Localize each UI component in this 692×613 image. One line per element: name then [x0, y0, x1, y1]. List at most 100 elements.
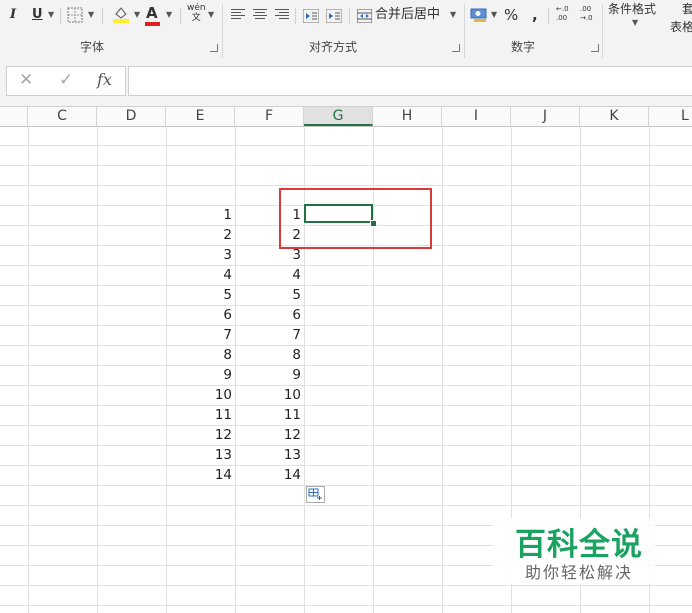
- phonetic-button[interactable]: wén 文: [187, 3, 206, 25]
- dialog-launcher-icon[interactable]: [452, 44, 460, 52]
- row-gridline: [0, 405, 692, 406]
- italic-button[interactable]: I: [10, 4, 16, 26]
- group-label-number: 数字: [511, 40, 536, 54]
- formula-input[interactable]: [128, 66, 692, 96]
- cell-f[interactable]: 9: [235, 365, 301, 384]
- cell-f[interactable]: 11: [235, 405, 301, 424]
- row-gridline: [0, 265, 692, 266]
- cell-f[interactable]: 5: [235, 285, 301, 304]
- column-header-e[interactable]: E: [166, 107, 235, 126]
- row-gridline: [0, 385, 692, 386]
- cell-f[interactable]: 13: [235, 445, 301, 464]
- format-as-table-button[interactable]: 套 表格: [664, 0, 692, 34]
- group-label-font: 字体: [80, 40, 105, 54]
- row-gridline: [0, 145, 692, 146]
- chevron-down-icon[interactable]: ▼: [88, 4, 94, 26]
- cell-f[interactable]: 12: [235, 425, 301, 444]
- column-header-l[interactable]: L: [649, 107, 692, 126]
- column-header-d[interactable]: D: [97, 107, 166, 126]
- column-gridline: [97, 126, 98, 613]
- chevron-down-icon[interactable]: ▼: [208, 4, 214, 26]
- chevron-down-icon[interactable]: ▼: [166, 4, 172, 26]
- increase-decimal-button[interactable]: ←.0 .00: [556, 5, 569, 27]
- cell-f[interactable]: 7: [235, 325, 301, 344]
- comma-style-button[interactable]: ,: [532, 4, 538, 26]
- column-header-i[interactable]: I: [442, 107, 511, 126]
- column-header-g[interactable]: G: [304, 107, 373, 126]
- row-gridline: [0, 465, 692, 466]
- enter-icon[interactable]: ✓: [59, 70, 73, 90]
- merge-center-label[interactable]: 合并后居中: [375, 4, 440, 26]
- divider: [464, 4, 465, 58]
- cell-e[interactable]: 10: [166, 385, 232, 404]
- row-gridline: [0, 605, 692, 606]
- divider: [295, 8, 296, 24]
- decrease-decimal-button[interactable]: .00 →.0: [580, 5, 593, 27]
- cell-e[interactable]: 2: [166, 225, 232, 244]
- column-header-k[interactable]: K: [580, 107, 649, 126]
- chevron-down-icon[interactable]: ▼: [632, 12, 638, 34]
- chevron-down-icon[interactable]: ▼: [48, 4, 54, 26]
- cell-e[interactable]: 13: [166, 445, 232, 464]
- watermark-subtitle: 助你轻松解决: [525, 563, 634, 582]
- underline-button[interactable]: U: [32, 4, 43, 26]
- cell-e[interactable]: 9: [166, 365, 232, 384]
- formula-buttons: ✕ ✓ fx: [6, 66, 126, 96]
- cell-f[interactable]: 14: [235, 465, 301, 484]
- divider: [180, 8, 181, 24]
- merge-center-icon[interactable]: [356, 4, 372, 26]
- cell-e[interactable]: 3: [166, 245, 232, 264]
- divider: [222, 4, 223, 58]
- cell-e[interactable]: 6: [166, 305, 232, 324]
- cell-f[interactable]: 6: [235, 305, 301, 324]
- cell-f[interactable]: 4: [235, 265, 301, 284]
- ribbon: I U ▼ ▼ ▼ A ▼ wén 文 ▼ 合并后居中 ▼ ▼ % , ←.0 …: [0, 0, 692, 61]
- border-icon[interactable]: [66, 4, 84, 26]
- cell-e[interactable]: 14: [166, 465, 232, 484]
- divider: [602, 4, 603, 58]
- row-gridline: [0, 425, 692, 426]
- cell-e[interactable]: 8: [166, 345, 232, 364]
- row-gridline: [0, 305, 692, 306]
- column-header-c[interactable]: C: [28, 107, 97, 126]
- row-gridline: [0, 505, 692, 506]
- dialog-launcher-icon[interactable]: [210, 44, 218, 52]
- cell-f[interactable]: 8: [235, 345, 301, 364]
- row-gridline: [0, 165, 692, 166]
- column-gridline: [442, 126, 443, 613]
- column-header-f[interactable]: F: [235, 107, 304, 126]
- percent-button[interactable]: %: [504, 4, 518, 26]
- cell-e[interactable]: 5: [166, 285, 232, 304]
- divider: [102, 8, 103, 24]
- column-header-h[interactable]: H: [373, 107, 442, 126]
- row-gridline: [0, 485, 692, 486]
- increase-indent-icon[interactable]: [325, 4, 343, 26]
- row-gridline: [0, 445, 692, 446]
- chevron-down-icon[interactable]: ▼: [134, 4, 140, 26]
- row-gridline: [0, 345, 692, 346]
- insert-function-icon[interactable]: fx: [97, 70, 112, 89]
- divider: [349, 8, 350, 24]
- cancel-icon[interactable]: ✕: [19, 70, 33, 90]
- accounting-format-icon[interactable]: [469, 4, 489, 26]
- align-center-icon[interactable]: [253, 9, 267, 20]
- align-left-icon[interactable]: [231, 9, 245, 20]
- decrease-indent-icon[interactable]: [302, 4, 320, 26]
- cell-e[interactable]: 1: [166, 205, 232, 224]
- align-right-icon[interactable]: [275, 9, 289, 20]
- group-label-alignment: 对齐方式: [309, 40, 358, 54]
- column-header-partial[interactable]: [0, 107, 28, 126]
- chevron-down-icon[interactable]: ▼: [491, 4, 497, 26]
- cell-e[interactable]: 12: [166, 425, 232, 444]
- fill-color-icon[interactable]: [110, 4, 132, 26]
- cell-e[interactable]: 4: [166, 265, 232, 284]
- auto-fill-options-icon[interactable]: [306, 486, 325, 503]
- cell-e[interactable]: 11: [166, 405, 232, 424]
- dialog-launcher-icon[interactable]: [591, 44, 599, 52]
- column-header-j[interactable]: J: [511, 107, 580, 126]
- cell-f[interactable]: 10: [235, 385, 301, 404]
- row-gridline: [0, 365, 692, 366]
- cell-e[interactable]: 7: [166, 325, 232, 344]
- chevron-down-icon[interactable]: ▼: [450, 4, 456, 26]
- column-gridline: [28, 126, 29, 613]
